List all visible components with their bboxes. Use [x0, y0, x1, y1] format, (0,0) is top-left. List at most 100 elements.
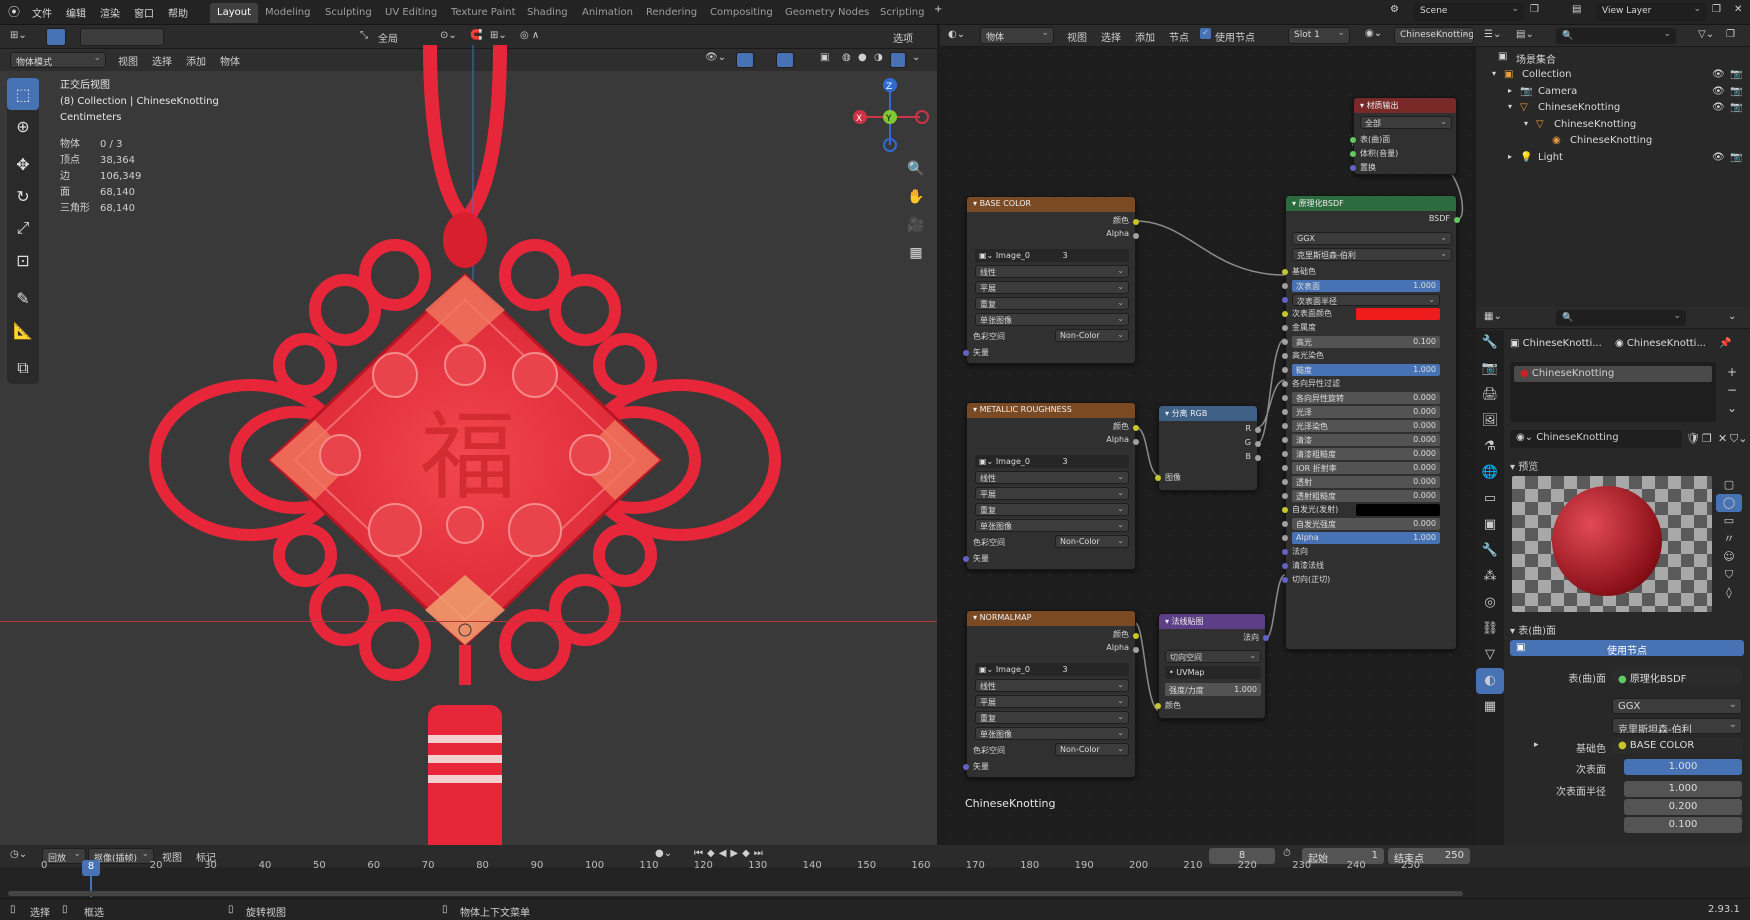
bsdf-value-field[interactable]: 各向异性旋转 0.000 — [1292, 392, 1440, 404]
new-scene-icon[interactable]: ❐ — [1530, 4, 1539, 15]
bsdf-input-socket[interactable] — [1282, 521, 1288, 527]
base-color-node[interactable]: ▾ BASE COLOR 颜色 Alpha ▣⌄ Image_0 3 线性 平展… — [963, 196, 1139, 364]
add-slot-icon[interactable]: + — [1722, 363, 1742, 381]
select-tool-button[interactable] — [46, 28, 66, 46]
outliner-search-input[interactable]: 🔍 — [1556, 28, 1676, 44]
bsdf-input-row[interactable]: 光泽染色 0.000 — [1282, 420, 1450, 433]
texture-props-icon[interactable]: ▦ — [1476, 694, 1504, 720]
measure-tool[interactable]: 📐 — [7, 314, 39, 346]
colorspace-selector[interactable]: Non-Color — [1055, 535, 1129, 548]
bsdf-input-socket[interactable] — [1282, 465, 1288, 471]
render-target-selector[interactable]: 全部 — [1360, 116, 1452, 129]
bsdf-input-socket[interactable] — [1282, 269, 1288, 275]
bsdf-input-socket[interactable] — [1282, 297, 1288, 303]
tab-geometry-nodes[interactable]: Geometry Nodes — [778, 3, 876, 23]
modifier-props-icon[interactable]: 🔧 — [1476, 538, 1504, 564]
subsurface-radius-y[interactable]: 0.200 — [1624, 799, 1742, 815]
expand-arrow-icon[interactable]: ▾ — [1492, 69, 1496, 78]
outliner-type-icon[interactable]: ☰⌄ — [1484, 29, 1501, 40]
subsurface-value-field[interactable]: 1.000 — [1624, 759, 1742, 775]
tab-layout[interactable]: Layout — [210, 3, 258, 23]
subsurface-radius-dropdown[interactable]: 次表面半径 — [1292, 294, 1440, 306]
viewport-3d[interactable]: ⊞⌄ ⤡ 全局 ⊙⌄ 🧲 ⊞⌄ ◎ ∧ 选项 物体模式 视图 选择 添加 物体 … — [0, 25, 937, 845]
particles-props-icon[interactable]: ⁂ — [1476, 564, 1504, 590]
tab-modeling[interactable]: Modeling — [258, 3, 318, 23]
tool-settings-icon[interactable]: 🔧 — [1476, 330, 1504, 356]
source-selector[interactable]: 单张图像 — [975, 519, 1129, 532]
bsdf-input-row[interactable]: IOR 折射率 0.000 — [1282, 462, 1450, 475]
bsdf-input-row[interactable]: 自发光(发射) — [1282, 504, 1450, 517]
socket-vector[interactable] — [963, 764, 969, 770]
scale-tool[interactable]: ⤢ — [7, 212, 39, 244]
outliner-row[interactable]: ◉ ChineseKnotting — [1476, 133, 1750, 151]
uvmap-field[interactable]: • UVMap — [1165, 666, 1261, 679]
material-slot-list[interactable]: ● ChineseKnotting — [1510, 362, 1716, 422]
bsdf-value-field[interactable]: 清漆粗糙度 0.000 — [1292, 448, 1440, 460]
annotate-tool[interactable]: ✎ — [7, 282, 39, 314]
bsdf-input-row[interactable]: 次表面 1.000 — [1282, 280, 1450, 293]
socket-surface[interactable] — [1350, 137, 1356, 143]
socket-r[interactable] — [1255, 427, 1261, 433]
bsdf-input-socket[interactable] — [1282, 549, 1288, 555]
timeline-type-icon[interactable]: ◷⌄ — [10, 849, 27, 860]
snap-target-icon[interactable]: ⊞⌄ — [490, 30, 507, 41]
bsdf-input-socket[interactable] — [1282, 423, 1288, 429]
material-datablock-field[interactable]: ◉⌄ ChineseKnotting — [1510, 430, 1682, 448]
transform-orientation-icon[interactable]: ⤡ — [360, 30, 368, 41]
extension-selector[interactable]: 重复 — [975, 711, 1129, 724]
socket-normal-out[interactable] — [1263, 635, 1269, 641]
bsdf-input-socket[interactable] — [1282, 353, 1288, 359]
pan-hand-icon[interactable]: ✋ — [904, 183, 928, 211]
extension-selector[interactable]: 重复 — [975, 297, 1129, 310]
bsdf-input-socket[interactable] — [1282, 437, 1288, 443]
projection-selector[interactable]: 平展 — [975, 695, 1129, 708]
surface-panel-header[interactable]: ▾ 表(曲)面 — [1510, 622, 1556, 637]
expand-arrow-icon[interactable]: ▾ — [1508, 102, 1512, 111]
xray-icon[interactable]: ▣ — [820, 52, 829, 63]
remove-slot-icon[interactable]: − — [1722, 381, 1742, 399]
outliner-row[interactable]: ▾ ▽ ChineseKnotting 👁 📷 — [1476, 100, 1750, 118]
preview-hair-icon[interactable]: 〃 — [1716, 530, 1742, 548]
separate-rgb-node[interactable]: ▾ 分离 RGB R G B 图像 — [1155, 405, 1261, 491]
cursor-tool[interactable]: ⊕ — [7, 110, 39, 142]
slot-specials-icon[interactable]: ⌄ — [1722, 399, 1742, 417]
bsdf-input-socket[interactable] — [1282, 409, 1288, 415]
subsurface-color-swatch[interactable] — [1356, 308, 1440, 320]
editor-type-icon[interactable]: ⊞⌄ — [10, 30, 27, 41]
colorspace-selector[interactable]: Non-Color — [1055, 743, 1129, 756]
socket-displacement[interactable] — [1350, 165, 1356, 171]
render-camera-icon[interactable]: 📷 — [1730, 69, 1742, 80]
fake-user-icon[interactable]: 🛡 — [1686, 432, 1700, 445]
bsdf-value-field[interactable]: 清漆 0.000 — [1292, 434, 1440, 446]
tab-uv-editing[interactable]: UV Editing — [378, 3, 444, 23]
tab-shading[interactable]: Shading — [520, 3, 575, 23]
bsdf-input-row[interactable]: 各向异性旋转 0.000 — [1282, 392, 1450, 405]
projection-selector[interactable]: 平展 — [975, 487, 1129, 500]
collection-props-icon[interactable]: ▭ — [1476, 486, 1504, 512]
render-props-icon[interactable]: 📷 — [1476, 356, 1504, 382]
image-datablock[interactable]: ▣⌄ Image_0 3 — [975, 455, 1129, 468]
bsdf-input-socket[interactable] — [1282, 283, 1288, 289]
link-mode-icon[interactable]: ⛉⌄ — [1730, 432, 1747, 446]
socket-color[interactable] — [1133, 633, 1139, 639]
bsdf-input-row[interactable]: 糙度 1.000 — [1282, 364, 1450, 377]
bsdf-input-socket[interactable] — [1282, 577, 1288, 583]
source-selector[interactable]: 单张图像 — [975, 727, 1129, 740]
render-camera-icon[interactable]: 📷 — [1730, 86, 1742, 97]
tree-row-scene-collection[interactable]: ▣ 场景集合 — [1476, 49, 1750, 67]
bsdf-input-socket[interactable] — [1282, 325, 1288, 331]
normalmap-node[interactable]: ▾ NORMALMAP 颜色 Alpha ▣⌄ Image_0 3 线性 平展 … — [963, 610, 1139, 778]
bsdf-value-field[interactable]: IOR 折射率 0.000 — [1292, 462, 1440, 474]
blender-logo-icon[interactable]: ⦿ — [8, 3, 20, 20]
metallic-roughness-node[interactable]: ▾ METALLIC ROUGHNESS 颜色 Alpha ▣⌄ Image_0… — [963, 402, 1139, 570]
preview-sphere-icon[interactable]: ◯ — [1716, 494, 1742, 512]
visibility-eye-icon[interactable]: 👁 — [1712, 86, 1725, 97]
bsdf-input-row[interactable]: 清漆粗糙度 0.000 — [1282, 448, 1450, 461]
interpolation-selector[interactable]: 线性 — [975, 471, 1129, 484]
principled-bsdf-node[interactable]: ▾ 原理化BSDF BSDF GGX 克里斯坦森-伯利 基础色次表面1.000次… — [1282, 195, 1460, 650]
record-icon[interactable]: ●⌄ — [655, 848, 672, 859]
bsdf-input-socket[interactable] — [1282, 381, 1288, 387]
use-nodes-button[interactable]: ▣ 使用节点 — [1510, 640, 1744, 657]
bsdf-input-row[interactable]: 高光染色 — [1282, 350, 1450, 363]
preview-cube-icon[interactable]: ▭ — [1716, 512, 1742, 530]
